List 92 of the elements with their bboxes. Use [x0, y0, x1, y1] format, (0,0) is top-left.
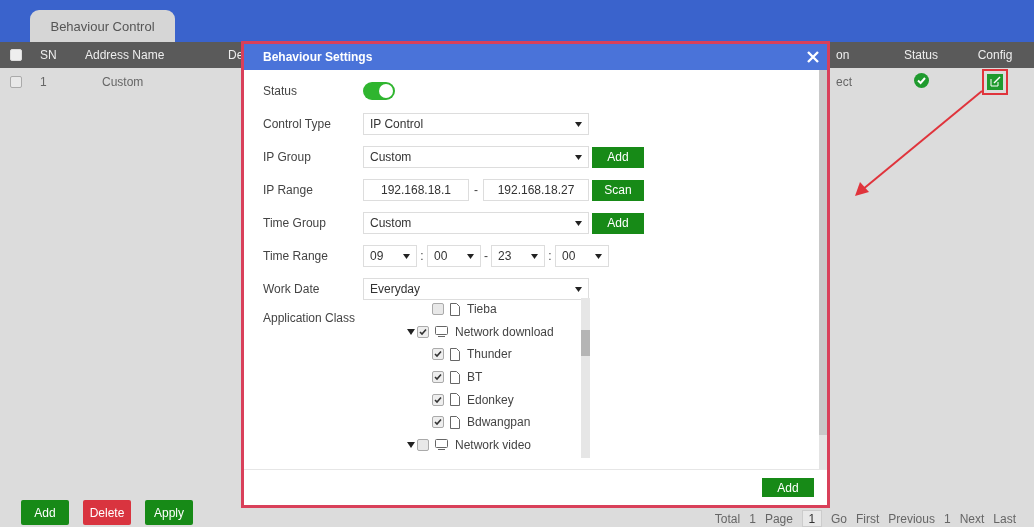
- dropdown[interactable]: 23: [491, 245, 545, 267]
- caret-icon: [403, 253, 410, 259]
- scan-button[interactable]: Scan: [592, 179, 644, 201]
- check-mark-icon: [434, 418, 442, 427]
- tree-item[interactable]: Network download: [400, 320, 581, 344]
- document-icon: [450, 348, 460, 361]
- go-link[interactable]: Go: [830, 511, 847, 526]
- dropdown[interactable]: Custom: [363, 212, 589, 234]
- column-header: Status: [903, 48, 939, 62]
- monitor-icon: [435, 326, 448, 338]
- pencil-icon: [989, 76, 1001, 87]
- tree-item[interactable]: BT: [400, 365, 581, 389]
- check-mark-icon: [434, 395, 442, 404]
- add-button[interactable]: Add: [592, 146, 644, 168]
- separator-text: :: [419, 249, 425, 263]
- check-mark-icon: [434, 373, 442, 382]
- add-button[interactable]: Add: [762, 478, 814, 497]
- scrollbar[interactable]: [819, 70, 827, 469]
- tree-item[interactable]: Edonkey: [400, 388, 581, 411]
- dialog-title: Behaviour Settings: [263, 50, 373, 64]
- row-checkbox[interactable]: [10, 75, 22, 88]
- table-cell-text: 1: [40, 74, 48, 89]
- check-mark-icon: [434, 350, 442, 359]
- table-cell-text: ect: [836, 74, 853, 89]
- select-all-checkbox[interactable]: [10, 49, 22, 61]
- dropdown[interactable]: 00: [555, 245, 609, 267]
- column-header: SN: [40, 48, 58, 62]
- page-label: Page: [764, 511, 793, 526]
- checkbox[interactable]: [417, 438, 429, 451]
- separator-text: :: [547, 249, 553, 263]
- page-input[interactable]: 1: [801, 510, 822, 527]
- tree-item[interactable]: Thunder: [400, 343, 581, 366]
- input-field[interactable]: 192.168.18.27: [483, 179, 589, 201]
- last-link[interactable]: Last: [993, 511, 1016, 526]
- caret-icon: [467, 253, 474, 259]
- check-mark-icon: [419, 327, 427, 336]
- table-cell-text: Custom: [101, 74, 145, 89]
- dropdown[interactable]: 09: [363, 245, 417, 267]
- tree-item[interactable]: Bdwangpan: [400, 410, 581, 434]
- add-button[interactable]: Add: [592, 212, 644, 234]
- field-label: Status: [263, 84, 299, 98]
- checkbox[interactable]: [432, 416, 444, 429]
- dropdown[interactable]: IP Control: [363, 113, 589, 135]
- caret-icon: [575, 220, 582, 226]
- total-count: 1: [749, 511, 756, 526]
- tab[interactable]: Behaviour Control: [30, 10, 175, 42]
- checkbox[interactable]: [432, 371, 444, 384]
- field-label: Application Class: [263, 311, 357, 325]
- field-label: Work Date: [263, 282, 321, 296]
- field-label: IP Range: [263, 183, 314, 197]
- document-icon: [450, 393, 460, 407]
- document-icon: [450, 415, 460, 429]
- monitor-icon: [435, 439, 448, 451]
- total-label: Total: [714, 511, 741, 526]
- tree-item[interactable]: Network video: [400, 433, 581, 457]
- document-icon: [450, 302, 460, 316]
- scrollbar[interactable]: [581, 298, 590, 458]
- separator-text: -: [473, 183, 479, 197]
- field-label: Control Type: [263, 117, 332, 131]
- previous-link[interactable]: Previous: [888, 511, 935, 526]
- action-button[interactable]: Apply: [145, 500, 193, 525]
- close-button[interactable]: [805, 49, 821, 65]
- field-label: IP Group: [263, 150, 312, 164]
- checkbox[interactable]: [432, 348, 444, 361]
- separator-text: -: [483, 249, 489, 263]
- caret-icon: [575, 154, 582, 160]
- caret-icon: [575, 286, 582, 292]
- column-header: Address Name: [85, 48, 166, 62]
- toggle-switch[interactable]: [363, 82, 395, 100]
- action-button[interactable]: Delete: [83, 500, 131, 525]
- input-field[interactable]: 192.168.18.1: [363, 179, 469, 201]
- tree-item[interactable]: Tieba: [400, 298, 581, 321]
- checkbox[interactable]: [432, 303, 444, 316]
- document-icon: [450, 370, 460, 384]
- next-link[interactable]: Next: [959, 511, 985, 526]
- dropdown[interactable]: Everyday: [363, 278, 589, 300]
- column-header: Config: [976, 48, 1014, 62]
- field-label: Time Range: [263, 249, 329, 263]
- caret-icon: [575, 121, 582, 127]
- dropdown[interactable]: Custom: [363, 146, 589, 168]
- field-label: Time Group: [263, 216, 327, 230]
- close-icon: [807, 51, 819, 63]
- checkbox[interactable]: [432, 393, 444, 406]
- first-link[interactable]: First: [855, 511, 880, 526]
- dropdown[interactable]: 00: [427, 245, 481, 267]
- edit-button[interactable]: [987, 73, 1003, 90]
- column-header: on: [836, 48, 851, 62]
- checkbox[interactable]: [417, 325, 429, 338]
- caret-icon: [595, 253, 602, 259]
- caret-icon: [531, 253, 538, 259]
- action-button[interactable]: Add: [21, 500, 69, 525]
- current-page: 1: [943, 511, 951, 526]
